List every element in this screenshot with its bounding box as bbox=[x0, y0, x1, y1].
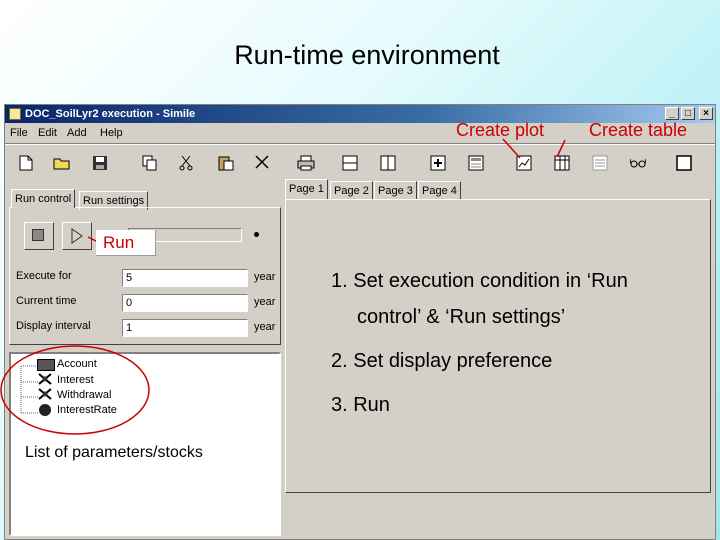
add-helper-icon[interactable] bbox=[429, 155, 447, 173]
run-control-panel: Execute for year Current time year Displ… bbox=[9, 207, 281, 345]
display-pane: Page 1 Page 2 Page 3 Page 4 bbox=[285, 179, 711, 493]
stop-icon bbox=[32, 229, 44, 241]
list-icon[interactable] bbox=[591, 155, 609, 173]
plot-icon[interactable] bbox=[515, 155, 533, 173]
step-3: 3. Run bbox=[331, 394, 390, 416]
flow-icon bbox=[38, 373, 52, 385]
tree-item-interest[interactable]: Interest bbox=[57, 374, 94, 386]
new-file-icon[interactable] bbox=[17, 155, 35, 173]
current-time-unit: year bbox=[254, 296, 276, 308]
slide-title: Run-time environment bbox=[234, 40, 500, 70]
step-2: 2. Set display preference bbox=[331, 350, 553, 372]
current-time-label: Current time bbox=[16, 295, 77, 307]
execute-for-unit: year bbox=[254, 271, 276, 283]
tab-page-1[interactable]: Page 1 bbox=[285, 179, 328, 200]
helper-icon[interactable] bbox=[467, 155, 485, 173]
menu-help[interactable]: Help bbox=[100, 127, 123, 139]
execute-for-label: Execute for bbox=[16, 270, 72, 282]
stop-button[interactable] bbox=[24, 222, 54, 250]
step-1: 1. Set execution condition in ‘Run bbox=[331, 270, 628, 292]
minimize-button[interactable]: _ bbox=[665, 107, 679, 120]
menu-file[interactable]: File bbox=[10, 127, 28, 139]
table-icon[interactable] bbox=[553, 155, 571, 173]
current-time-input[interactable] bbox=[122, 294, 248, 312]
save-icon[interactable] bbox=[91, 155, 109, 173]
play-icon bbox=[71, 228, 83, 244]
glasses-icon[interactable] bbox=[629, 155, 647, 173]
app-icon bbox=[9, 108, 21, 120]
page-1-canvas[interactable] bbox=[285, 199, 711, 493]
split-vertical-icon[interactable] bbox=[379, 155, 397, 173]
paste-icon[interactable] bbox=[217, 155, 235, 173]
tab-page-4[interactable]: Page 4 bbox=[418, 181, 461, 200]
tab-page-2[interactable]: Page 2 bbox=[330, 181, 373, 200]
maximize-button[interactable]: □ bbox=[681, 107, 695, 120]
cut-icon[interactable] bbox=[177, 155, 195, 173]
execute-for-input[interactable] bbox=[122, 269, 248, 287]
split-horizontal-icon[interactable] bbox=[341, 155, 359, 173]
create-table-annotation: Create table bbox=[589, 120, 688, 140]
status-dot bbox=[254, 232, 259, 237]
open-folder-icon[interactable] bbox=[53, 155, 71, 173]
variable-icon bbox=[39, 404, 51, 416]
step-1-continued: control’ & ‘Run settings’ bbox=[357, 306, 566, 328]
tree-item-interestrate[interactable]: InterestRate bbox=[57, 404, 117, 416]
delete-icon[interactable] bbox=[253, 155, 271, 173]
menu-edit[interactable]: Edit bbox=[38, 127, 57, 139]
list-caption: List of parameters/stocks bbox=[25, 444, 203, 461]
toolbar-separator bbox=[5, 143, 715, 145]
tree-item-withdrawal[interactable]: Withdrawal bbox=[57, 389, 111, 401]
close-button[interactable]: × bbox=[699, 107, 713, 120]
blank-window-icon[interactable] bbox=[675, 155, 693, 173]
run-button[interactable] bbox=[62, 222, 92, 250]
tab-run-control[interactable]: Run control bbox=[11, 189, 76, 208]
display-interval-label: Display interval bbox=[16, 320, 91, 332]
run-annotation: Run bbox=[96, 230, 156, 256]
tree-item-account[interactable]: Account bbox=[57, 358, 97, 370]
window-title: DOC_SoilLyr2 execution - Simile bbox=[25, 108, 196, 120]
display-interval-unit: year bbox=[254, 321, 276, 333]
copy-icon[interactable] bbox=[141, 155, 159, 173]
stock-icon bbox=[37, 359, 55, 371]
menu-add[interactable]: Add bbox=[67, 127, 87, 139]
flow-icon bbox=[38, 388, 52, 400]
create-plot-annotation: Create plot bbox=[456, 120, 545, 140]
tab-page-3[interactable]: Page 3 bbox=[374, 181, 417, 200]
print-icon[interactable] bbox=[297, 155, 315, 173]
display-interval-input[interactable] bbox=[122, 319, 248, 337]
